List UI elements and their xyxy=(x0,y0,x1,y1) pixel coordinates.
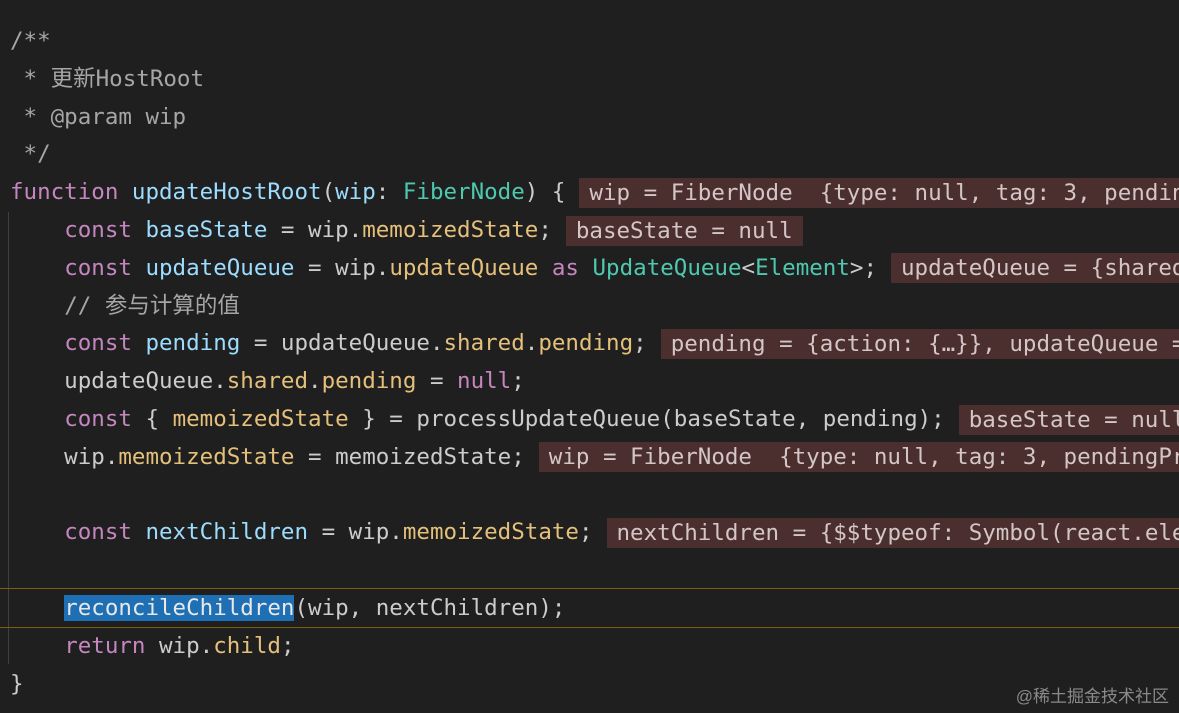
code-token: pending xyxy=(145,330,241,357)
code-token: = memoizedState; xyxy=(294,443,525,470)
debug-inline-value: baseState = null, pending = {action: {…}… xyxy=(958,404,1179,435)
code-line[interactable]: wip.memoizedState = memoizedState; wip = … xyxy=(0,438,1179,476)
code-token: const xyxy=(64,254,146,281)
code-token: < xyxy=(741,254,756,281)
code-token: memoizedState xyxy=(172,406,349,432)
code-token: { xyxy=(145,406,173,432)
code-token: = wip. xyxy=(267,217,363,243)
code-token: = wip. xyxy=(308,519,403,546)
code-token: function xyxy=(10,179,132,206)
debug-inline-value: nextChildren = {$$typeof: Symbol(react.e… xyxy=(606,517,1179,548)
code-line[interactable]: updateQueue.shared.pending = null; xyxy=(0,362,1179,400)
code-token: . xyxy=(524,330,539,357)
code-token: pending xyxy=(538,330,634,357)
code-line[interactable]: } xyxy=(0,665,1179,703)
code-line[interactable] xyxy=(0,476,1179,514)
code-token: wip xyxy=(335,179,376,206)
code-line[interactable]: return wip.child; xyxy=(0,627,1179,665)
code-line[interactable] xyxy=(0,551,1179,589)
code-line[interactable]: const nextChildren = wip.memoizedState; n… xyxy=(0,513,1179,551)
code-token: = xyxy=(416,368,458,395)
code-token: ; xyxy=(578,519,593,546)
debug-inline-value: wip = FiberNode {type: null, tag: 3, pen… xyxy=(579,177,1179,208)
code-token: // 参与计算的值 xyxy=(64,292,240,319)
code-token: ; xyxy=(538,217,552,243)
code-token: FiberNode xyxy=(402,179,525,206)
code-line[interactable]: const baseState = wip.memoizedState; base… xyxy=(0,211,1179,249)
code-token: null xyxy=(457,368,512,395)
code-token: ( xyxy=(321,179,336,206)
code-line[interactable]: const updateQueue = wip.updateQueue as U… xyxy=(0,249,1179,287)
code-token: return xyxy=(64,632,160,659)
code-token: updateQueue xyxy=(389,254,539,281)
debug-inline-value: wip = FiberNode {type: null, tag: 3, pen… xyxy=(538,442,1179,473)
code-token: >; xyxy=(849,254,877,281)
debug-inline-value: updateQueue = {shared: {…}} xyxy=(891,253,1179,284)
code-token: ) { xyxy=(524,179,566,206)
code-line[interactable]: reconcileChildren(wip, nextChildren); xyxy=(0,588,1179,628)
debug-inline-value: baseState = null xyxy=(565,215,803,246)
code-token: * @param wip xyxy=(10,103,187,130)
code-token: const xyxy=(64,519,146,546)
code-token: } xyxy=(10,670,24,697)
code-token: const xyxy=(64,330,146,357)
watermark: @稀土掘金技术社区 xyxy=(1015,687,1169,706)
code-token: updateQueue. xyxy=(10,368,227,395)
code-token: nextChildren xyxy=(145,519,309,546)
code-line[interactable]: /** xyxy=(0,22,1179,60)
code-token: . xyxy=(308,368,322,395)
code-line[interactable]: const { memoizedState } = processUpdateQ… xyxy=(0,400,1179,438)
code-token: */ xyxy=(10,141,51,168)
code-token: const xyxy=(64,406,146,432)
code-token: updateQueue xyxy=(145,254,295,281)
code-token: baseState xyxy=(145,217,268,243)
code-token: /** xyxy=(10,28,51,54)
code-line[interactable]: function updateHostRoot(wip: FiberNode) … xyxy=(0,173,1179,211)
code-token: = wip. xyxy=(294,254,390,281)
code-token: ; xyxy=(280,632,295,659)
code-token: wip. xyxy=(10,443,119,470)
code-token: memoizedState xyxy=(362,217,539,243)
code-token: Element xyxy=(755,254,850,281)
code-token: memoizedState xyxy=(118,443,295,470)
selected-token: reconcileChildren xyxy=(64,595,295,621)
code-token: } = processUpdateQueue(baseState, pendin… xyxy=(348,406,945,432)
code-line[interactable]: */ xyxy=(0,135,1179,173)
code-token: as xyxy=(551,254,593,281)
code-editor[interactable]: /** * 更新HostRoot * @param wip */ function… xyxy=(0,0,1179,713)
code-token: UpdateQueue xyxy=(592,254,742,281)
code-token: * 更新HostRoot xyxy=(10,65,205,92)
code-token: shared xyxy=(226,368,309,395)
code-line[interactable]: const pending = updateQueue.shared.pendi… xyxy=(0,324,1179,362)
code-token: (wip, nextChildren); xyxy=(294,595,566,621)
code-line[interactable]: // 参与计算的值 xyxy=(0,287,1179,325)
code-token: wip. xyxy=(159,632,214,659)
code-token: memoizedState xyxy=(402,519,579,546)
code-token: ; xyxy=(511,368,525,395)
code-token: child xyxy=(213,632,281,659)
code-token: const xyxy=(64,217,146,243)
code-token: updateHostRoot xyxy=(131,179,322,206)
code-token: = updateQueue. xyxy=(240,330,444,357)
code-token: shared xyxy=(443,330,525,357)
code-line[interactable]: * 更新HostRoot xyxy=(0,60,1179,98)
debug-inline-value: pending = {action: {…}}, updateQueue = {… xyxy=(660,328,1179,359)
code-line[interactable]: * @param wip xyxy=(0,98,1179,136)
code-token: pending xyxy=(321,368,417,395)
code-token: ; xyxy=(633,330,647,357)
code-token: : xyxy=(375,179,403,206)
